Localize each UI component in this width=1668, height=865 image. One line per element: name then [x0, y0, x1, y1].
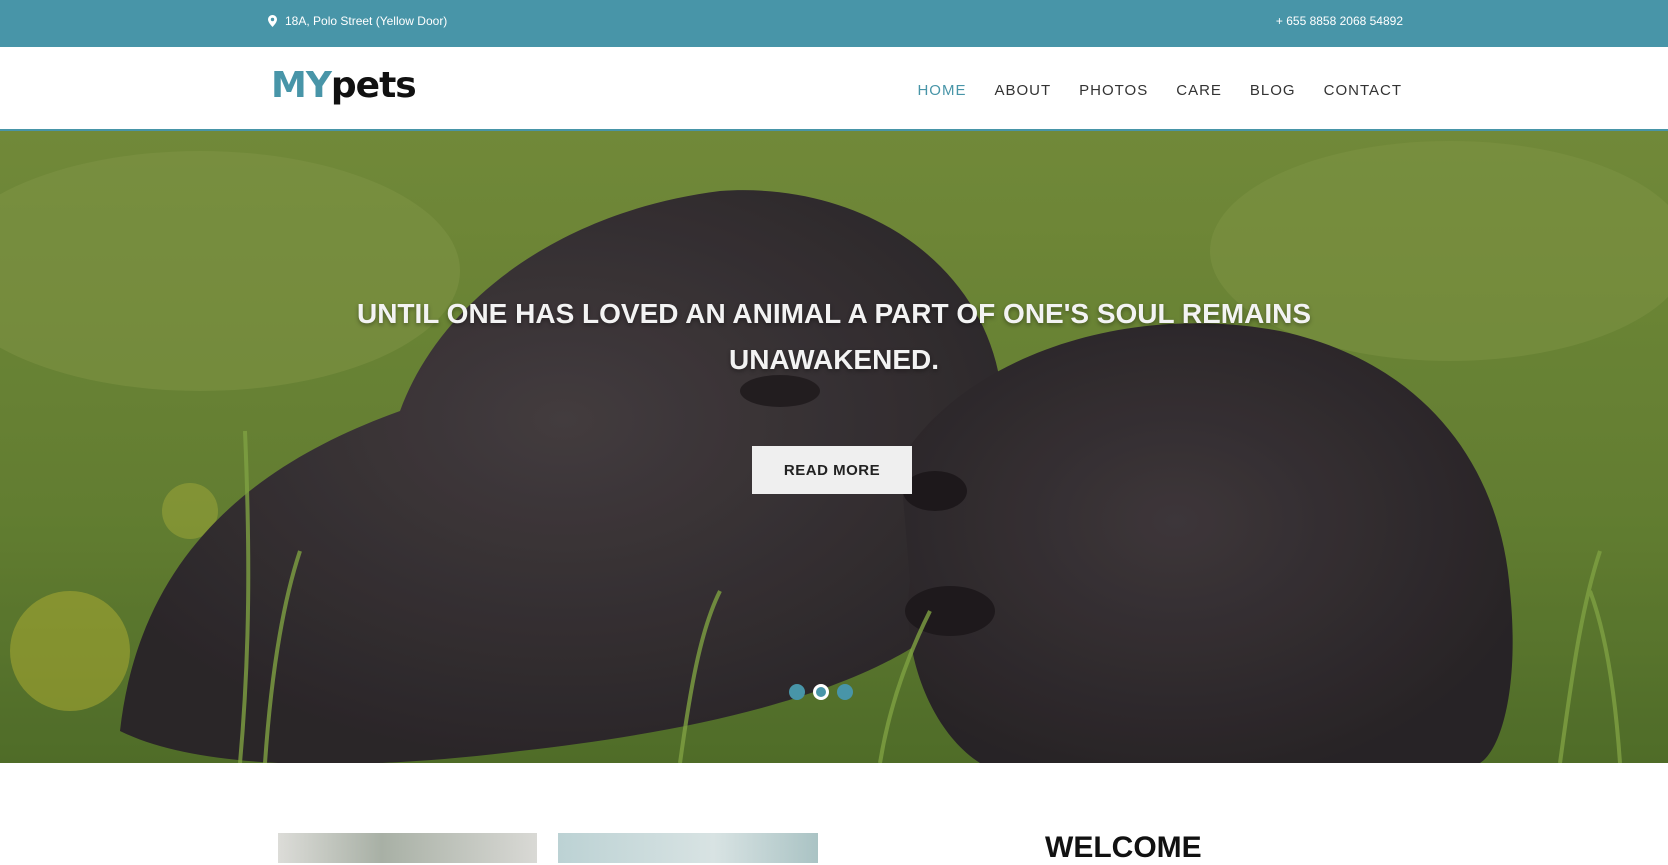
- hero-headline: UNTIL ONE HAS LOVED AN ANIMAL A PART OF …: [356, 298, 1312, 375]
- welcome-heading: WELCOME: [1045, 831, 1202, 864]
- slider-dot-1[interactable]: [789, 684, 805, 700]
- site-header: MYpets HOME ABOUT PHOTOS CARE BLOG CONTA…: [0, 47, 1668, 131]
- gallery-thumbnail-1[interactable]: [278, 833, 537, 863]
- slider-dots: [789, 684, 853, 700]
- slider-dot-3[interactable]: [837, 684, 853, 700]
- nav-item-home[interactable]: HOME: [917, 82, 966, 99]
- logo-part-pets: pets: [330, 65, 417, 106]
- map-marker-icon: [268, 15, 277, 27]
- gallery-thumbnail-2[interactable]: [558, 833, 818, 863]
- nav-item-care[interactable]: CARE: [1176, 82, 1222, 99]
- nav-item-about[interactable]: ABOUT: [994, 82, 1051, 99]
- main-nav: HOME ABOUT PHOTOS CARE BLOG CONTACT: [917, 82, 1402, 99]
- address-text: 18A, Polo Street (Yellow Door): [285, 14, 448, 28]
- logo-part-my: MY: [271, 65, 332, 106]
- welcome-section: WELCOME: [0, 763, 1668, 864]
- top-info-bar: 18A, Polo Street (Yellow Door) + 655 885…: [0, 0, 1668, 47]
- hero-slider: UNTIL ONE HAS LOVED AN ANIMAL A PART OF …: [0, 131, 1668, 763]
- slider-dot-2[interactable]: [813, 684, 829, 700]
- address-info: 18A, Polo Street (Yellow Door): [268, 14, 447, 28]
- read-more-button[interactable]: READ MORE: [752, 446, 912, 494]
- site-logo[interactable]: MYpets: [271, 65, 417, 106]
- nav-item-photos[interactable]: PHOTOS: [1079, 82, 1148, 99]
- nav-item-blog[interactable]: BLOG: [1250, 82, 1296, 99]
- phone-number: + 655 8858 2068 54892: [1275, 14, 1403, 28]
- nav-item-contact[interactable]: CONTACT: [1324, 82, 1402, 99]
